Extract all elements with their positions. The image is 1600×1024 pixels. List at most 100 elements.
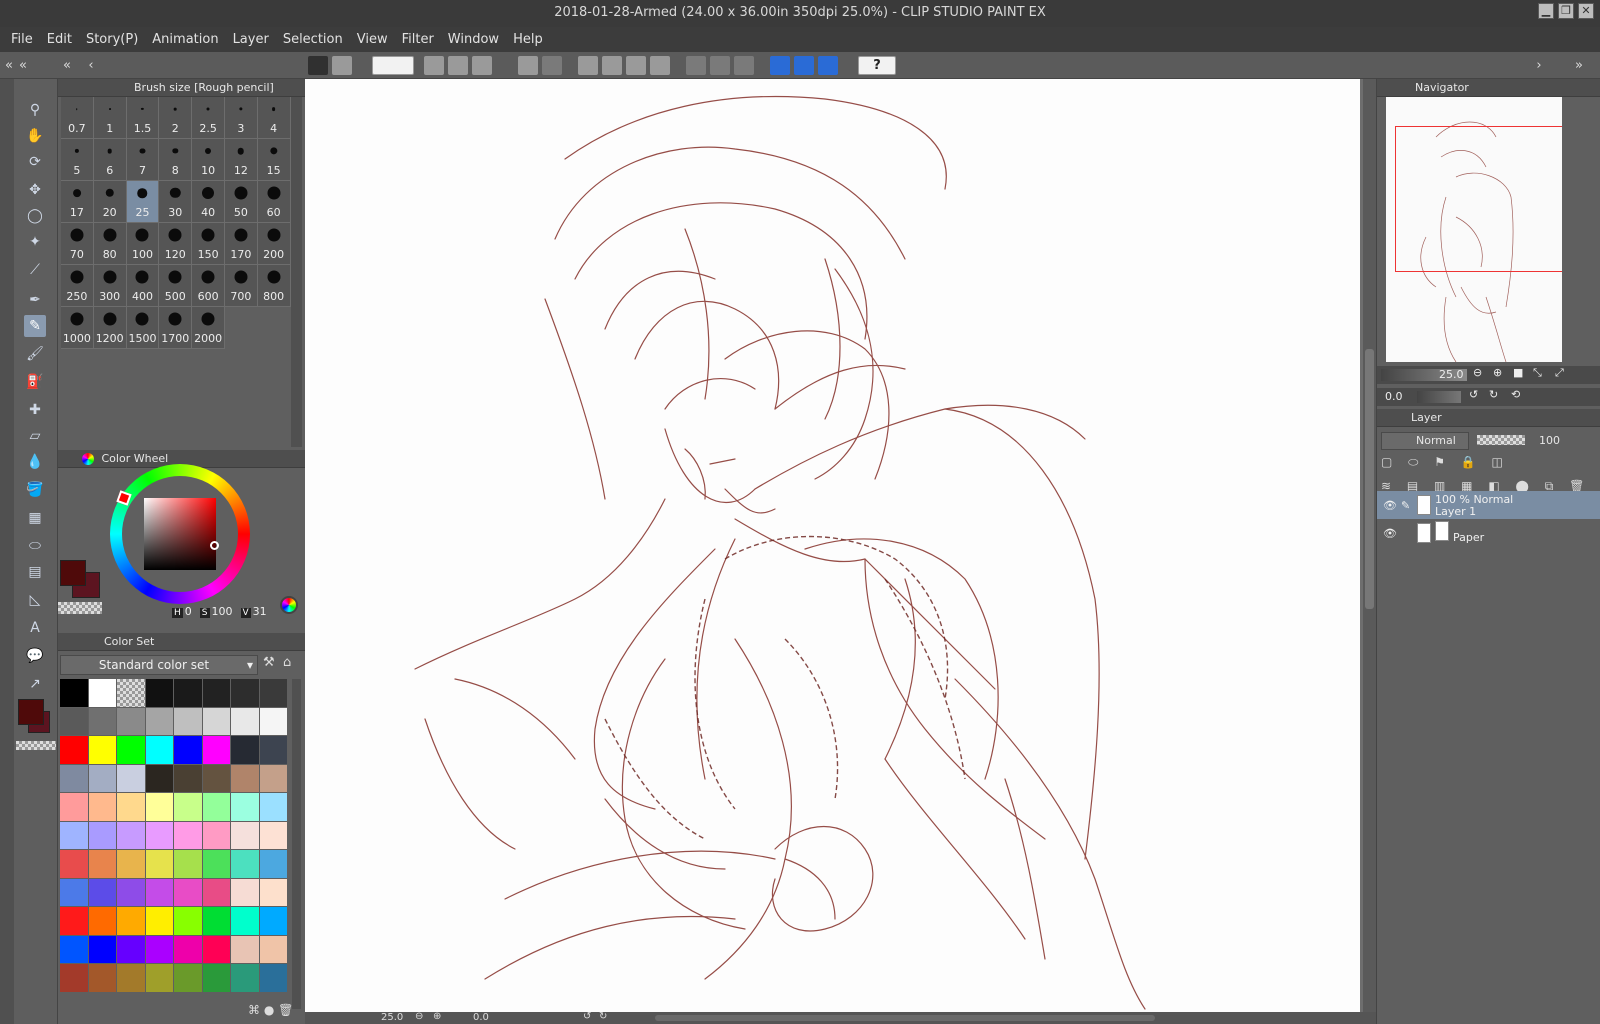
palette-swatch[interactable] [145, 964, 174, 993]
snap-grid-icon[interactable] [818, 56, 838, 75]
eraser-icon[interactable]: ▱ [24, 425, 46, 447]
pen-icon[interactable]: ✒ [24, 289, 46, 311]
palette-swatch[interactable] [88, 964, 117, 993]
palette-swatch[interactable] [202, 821, 231, 850]
menu-help[interactable]: Help [506, 32, 550, 47]
brush-size-cell[interactable]: 170 [224, 223, 258, 265]
opacity-slider[interactable] [1477, 435, 1525, 445]
palette-swatch[interactable] [231, 736, 260, 765]
maximize-button[interactable]: ❐ [1558, 3, 1574, 19]
panel-main-color[interactable] [60, 560, 86, 586]
brush-size-cell[interactable]: 2.5 [192, 97, 225, 139]
palette-swatch[interactable] [202, 907, 231, 936]
nav-zoom-out-icon[interactable]: ⊖ [1473, 366, 1482, 379]
brush-size-cell[interactable]: 0.7 [61, 97, 94, 139]
color-mode-toggle-icon[interactable] [280, 596, 298, 614]
color-set-dropdown[interactable]: Standard color set ▾ [60, 655, 258, 675]
collapse-left-icon[interactable]: « [2, 56, 16, 75]
collapse-panel-icon[interactable]: « [60, 56, 74, 75]
palette-swatch[interactable] [202, 764, 231, 793]
menu-filter[interactable]: Filter [395, 32, 441, 47]
brush-size-cell[interactable]: 300 [93, 265, 127, 307]
brush-size-cell[interactable]: 500 [159, 265, 193, 307]
palette-swatch[interactable] [60, 850, 89, 879]
brush-size-cell[interactable]: 1700 [159, 307, 193, 349]
palette-swatch[interactable] [88, 935, 117, 964]
nav-rotate-left-icon[interactable]: ↺ [1469, 388, 1478, 401]
palette-scrollbar[interactable] [292, 679, 301, 1009]
text-icon[interactable]: A [24, 617, 46, 639]
collapse-left-icon-2[interactable]: « [16, 56, 30, 75]
palette-swatch[interactable] [145, 764, 174, 793]
palette-swatch[interactable] [174, 793, 203, 822]
figure-icon[interactable]: ⬭ [24, 535, 46, 557]
palette-swatch[interactable] [145, 707, 174, 736]
palette-swatch[interactable] [231, 964, 260, 993]
brush-size-cell[interactable]: 6 [93, 139, 127, 181]
redo-icon[interactable] [542, 56, 562, 75]
brush-size-cell[interactable]: 10 [192, 139, 225, 181]
brush-size-cell[interactable]: 20 [93, 181, 127, 223]
canvas-area[interactable] [305, 79, 1365, 1012]
eye-icon[interactable]: 👁 [1383, 527, 1397, 540]
palette-swatch[interactable] [259, 679, 288, 708]
palette-swatch[interactable] [145, 679, 174, 708]
palette-swatch[interactable] [60, 964, 89, 993]
palette-swatch[interactable] [117, 679, 146, 708]
canvas-paper[interactable] [305, 79, 1360, 1012]
layer-row-layer1[interactable]: 👁 ✎ 100 % Normal Layer 1 [1377, 491, 1600, 519]
palette-swatch[interactable] [202, 878, 231, 907]
palette-swatch[interactable] [259, 793, 288, 822]
fill-icon-cmd[interactable] [710, 56, 730, 75]
reset-rotation-icon[interactable]: ⟲ [1511, 388, 1520, 401]
brush-size-cell[interactable]: 4 [257, 97, 291, 139]
brush-size-cell[interactable]: 2 [159, 97, 193, 139]
brush-size-cell[interactable]: 80 [93, 223, 127, 265]
palette-swatch[interactable] [174, 736, 203, 765]
brush-size-cell[interactable]: 1000 [61, 307, 94, 349]
palette-swatch[interactable] [259, 821, 288, 850]
new-file-icon[interactable] [424, 56, 444, 75]
collapse-panel-icon-2[interactable]: ‹ [84, 56, 98, 75]
palette-swatch[interactable] [174, 850, 203, 879]
brush-size-cell[interactable]: 15 [257, 139, 291, 181]
dock-strip[interactable] [0, 79, 14, 1024]
minimize-button[interactable]: ▁ [1538, 3, 1554, 19]
menu-view[interactable]: View [350, 32, 395, 47]
airbrush-icon[interactable]: ⛽ [24, 371, 46, 393]
eyedropper-icon[interactable]: ⟋ [24, 259, 46, 281]
line-correction-icon[interactable]: ↗ [24, 673, 46, 695]
brush-icon[interactable]: 🖌 [24, 343, 46, 365]
saturation-value-square[interactable] [144, 498, 219, 570]
palette-swatch[interactable] [174, 821, 203, 850]
palette-swatch[interactable] [174, 707, 203, 736]
palette-swatch[interactable] [259, 736, 288, 765]
canvas-horizontal-scrollbar[interactable] [655, 1015, 1155, 1021]
brush-size-cell[interactable]: 400 [126, 265, 160, 307]
brush-size-cell[interactable]: 150 [192, 223, 225, 265]
balloon-icon[interactable]: 💬 [24, 645, 46, 667]
ruler-icon[interactable]: ◺ [24, 589, 46, 611]
help-icon[interactable]: ? [858, 56, 896, 75]
palette-swatch[interactable] [117, 736, 146, 765]
palette-swatch[interactable] [117, 793, 146, 822]
palette-swatch[interactable] [117, 850, 146, 879]
palette-swatch[interactable] [259, 907, 288, 936]
palette-swatch[interactable] [117, 878, 146, 907]
vscroll-thumb[interactable] [1365, 349, 1374, 609]
palette-swatch[interactable] [145, 850, 174, 879]
palette-swatch[interactable] [60, 707, 89, 736]
sv-cursor[interactable] [210, 541, 219, 550]
deselect-icon[interactable] [602, 56, 622, 75]
zoom-out-icon[interactable]: ⊖ [415, 1011, 423, 1022]
fill-icon[interactable]: 🪣 [24, 479, 46, 501]
status-zoom[interactable]: 25.0 [381, 1012, 403, 1023]
palette-swatch[interactable] [231, 878, 260, 907]
collapse-right-icon-2[interactable]: » [1572, 56, 1586, 75]
palette-swatch[interactable] [60, 935, 89, 964]
palette-tool-icons[interactable]: ⌘ ● 🗑 [248, 1003, 293, 1017]
palette-swatch[interactable] [231, 907, 260, 936]
close-button[interactable]: ✕ [1578, 3, 1594, 19]
clear-icon[interactable] [686, 56, 706, 75]
brush-size-cell[interactable]: 25 [126, 181, 160, 223]
